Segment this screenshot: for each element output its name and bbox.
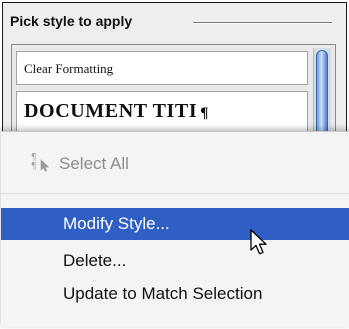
context-menu: ¶ ¶ Select All Modify Style... Delete... …: [1, 131, 349, 327]
menu-item-delete[interactable]: Delete...: [1, 245, 349, 277]
select-all-pilcrow-icon: ¶ ¶: [31, 154, 55, 172]
menu-item-label: Delete...: [63, 251, 127, 270]
mouse-pointer-icon: [250, 229, 267, 255]
style-item-document-title[interactable]: DOCUMENT TITI ¶: [16, 91, 308, 133]
panel-title: Pick style to apply: [10, 13, 133, 29]
title-divider: [193, 22, 332, 24]
menu-separator: [1, 193, 349, 194]
paragraph-mark-icon: ¶: [200, 105, 209, 121]
style-item-label: DOCUMENT TITI: [24, 100, 198, 122]
menu-item-label: Update to Match Selection: [63, 284, 263, 303]
menu-item-modify-style[interactable]: Modify Style...: [1, 208, 349, 240]
menu-item-label: Modify Style...: [63, 214, 170, 233]
menu-item-label: Select All: [59, 154, 129, 173]
menu-item-select-all[interactable]: ¶ ¶ Select All: [1, 148, 349, 180]
style-item-label: Clear Formatting: [24, 61, 114, 76]
style-item-clear-formatting[interactable]: Clear Formatting: [16, 51, 308, 85]
menu-item-update-to-match-selection[interactable]: Update to Match Selection: [1, 278, 349, 310]
